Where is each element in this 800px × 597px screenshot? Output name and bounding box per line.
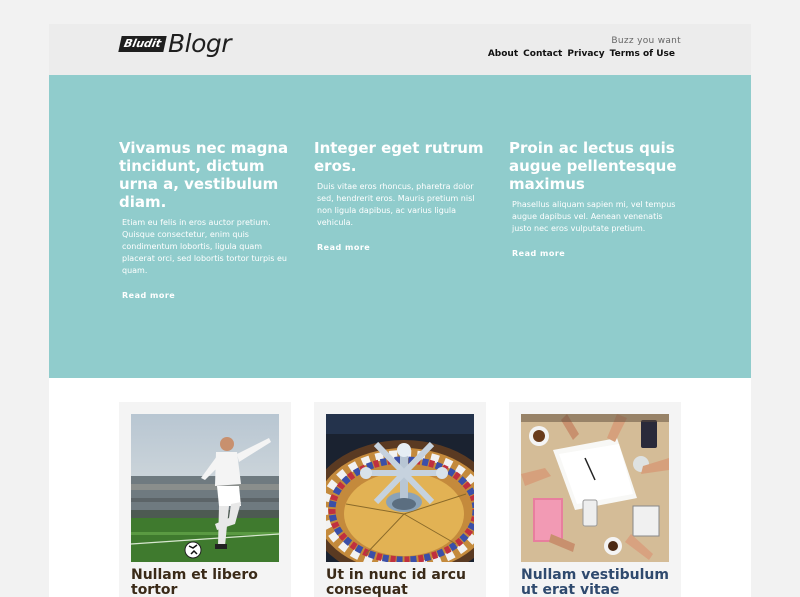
post-card-title[interactable]: Ut in nunc id arcu consequat [326, 568, 476, 597]
hero-post-excerpt: Phasellus aliquam sapien mi, vel tempus … [512, 200, 676, 233]
read-more-link[interactable]: Read more [122, 291, 289, 300]
hero-post-excerpt: Etiam eu felis in eros auctor pretium. Q… [122, 218, 287, 275]
post-card-1[interactable]: Nullam et libero tortor [119, 402, 291, 597]
read-more-link[interactable]: Read more [512, 249, 679, 258]
hero-post-1: Vivamus nec magna tincidunt, dictum urna… [119, 139, 289, 300]
nav-link-contact[interactable]: Contact [523, 49, 562, 59]
hero-post-title[interactable]: Integer eget rutrum eros. [314, 139, 484, 175]
site-tagline: Buzz you want [611, 36, 681, 46]
post-card-title[interactable]: Nullam vestibulum ut erat vitae [521, 568, 671, 597]
post-card-title[interactable]: Nullam et libero tortor [131, 568, 281, 597]
nav-link-about[interactable]: About [488, 49, 518, 59]
desk-meeting-image[interactable] [521, 414, 669, 562]
hero-section: Vivamus nec magna tincidunt, dictum urna… [49, 75, 751, 378]
read-more-link[interactable]: Read more [317, 243, 484, 252]
hero-post-title[interactable]: Vivamus nec magna tincidunt, dictum urna… [119, 139, 289, 211]
hero-post-excerpt: Duis vitae eros rhoncus, pharetra dolor … [317, 182, 475, 227]
site-header: Bludit Blogr Buzz you want About Contact… [49, 24, 751, 75]
logo-text: Blogr [168, 29, 232, 58]
nav-link-privacy[interactable]: Privacy [567, 49, 604, 59]
main-nav: About Contact Privacy Terms of Use [488, 49, 675, 59]
logo-badge: Bludit [118, 36, 167, 52]
hero-post-3: Proin ac lectus quis augue pellentesque … [509, 139, 679, 258]
post-card-2[interactable]: Ut in nunc id arcu consequat [314, 402, 486, 597]
post-card-3[interactable]: Nullam vestibulum ut erat vitae [509, 402, 681, 597]
soccer-player-image[interactable] [131, 414, 279, 562]
nav-link-terms[interactable]: Terms of Use [610, 49, 675, 59]
hero-post-title[interactable]: Proin ac lectus quis augue pellentesque … [509, 139, 679, 193]
roulette-wheel-image[interactable] [326, 414, 474, 562]
page: Bludit Blogr Buzz you want About Contact… [49, 24, 751, 597]
hero-post-2: Integer eget rutrum eros. Duis vitae ero… [314, 139, 484, 252]
